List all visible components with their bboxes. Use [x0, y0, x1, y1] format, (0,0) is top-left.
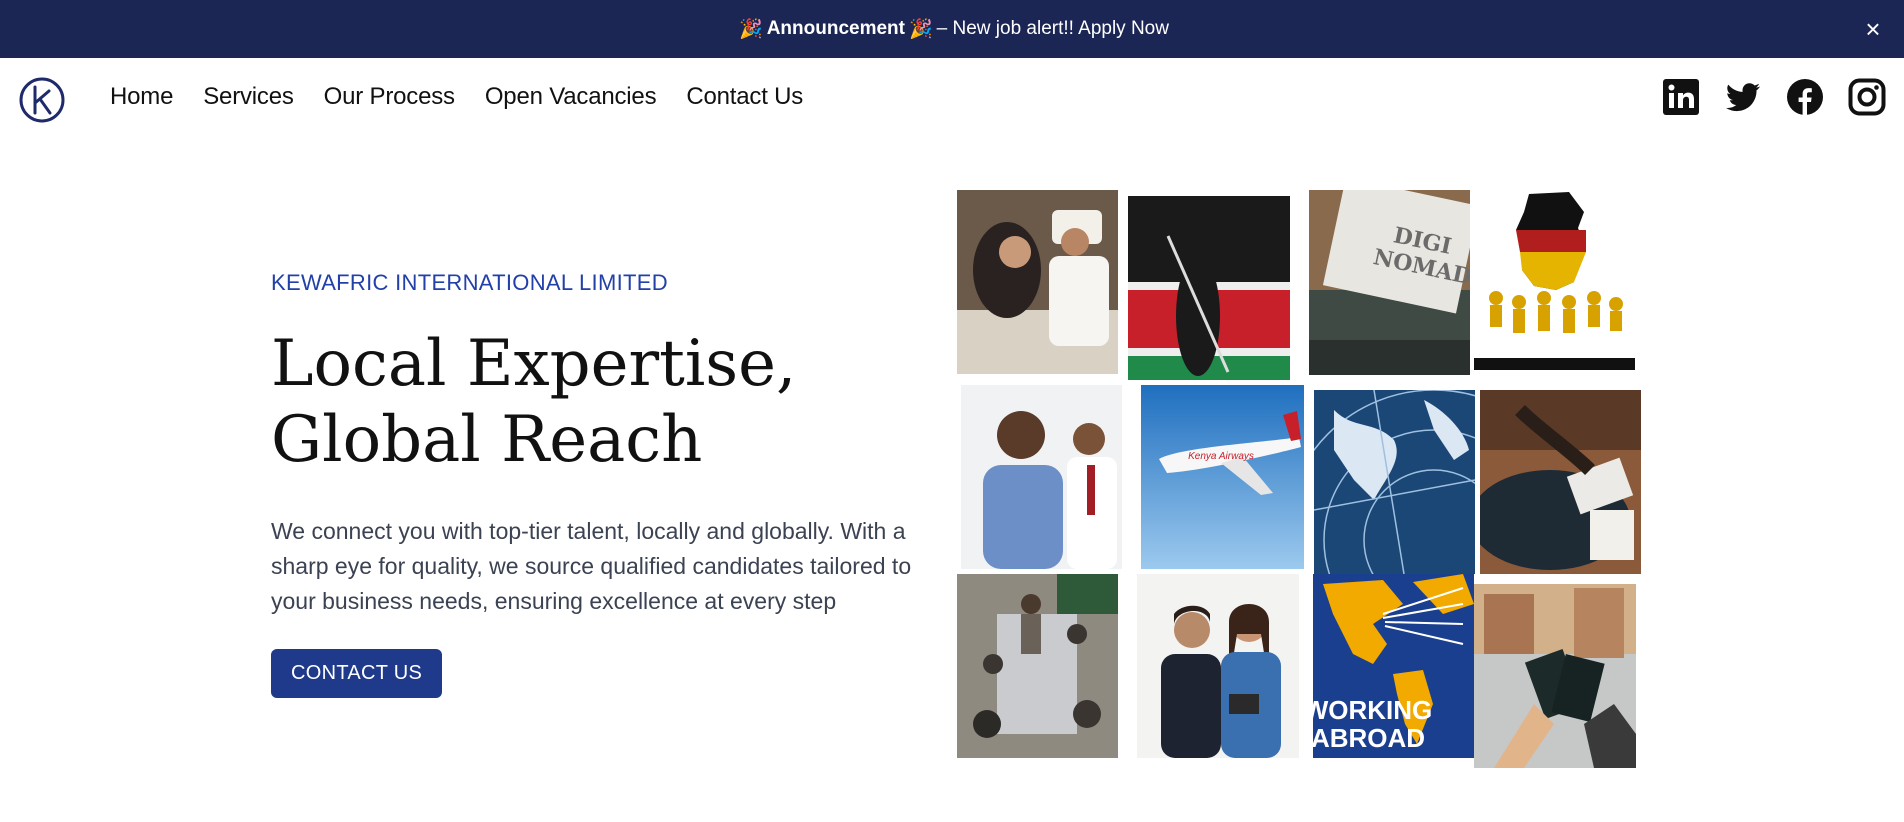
airline-text: Kenya Airways [1188, 451, 1254, 462]
gallery-image-nurse-doctor [961, 385, 1122, 569]
nav-our-process[interactable]: Our Process [324, 83, 455, 111]
social-links [1662, 78, 1886, 116]
gallery-image-globe [1314, 390, 1475, 574]
announcement-title: Announcement [766, 18, 905, 39]
linkedin-icon[interactable] [1662, 78, 1700, 116]
gallery-image-tablet-notes [1480, 390, 1641, 574]
gallery-image-team-meeting [957, 574, 1118, 758]
working-abroad-line-2: ABROAD [1313, 723, 1425, 753]
logo[interactable] [18, 76, 66, 124]
announcement-text[interactable]: – New job alert!! Apply Now [937, 18, 1169, 40]
party-emoji: 🎉 [908, 19, 933, 40]
gallery-image-airplane: Kenya Airways [1141, 385, 1304, 569]
headline-line-2: Global Reach [271, 403, 703, 477]
company-name: KEWAFRIC INTERNATIONAL LIMITED [271, 270, 668, 295]
party-emoji: 🎉 [739, 19, 763, 40]
contact-us-button[interactable]: CONTACT US [271, 649, 443, 698]
nav-open-vacancies[interactable]: Open Vacancies [485, 83, 657, 111]
navbar: Home Services Our Process Open Vacancies… [0, 58, 1904, 142]
hero-section: KEWAFRIC INTERNATIONAL LIMITED Local Exp… [271, 270, 951, 698]
hero-headline: Local Expertise, Global Reach [271, 326, 951, 478]
instagram-icon[interactable] [1848, 78, 1886, 116]
gallery-image-professionals [1137, 574, 1299, 758]
announcement-bar: 🎉 Announcement 🎉 – New job alert!! Apply… [0, 0, 1904, 58]
gallery-image-business-meeting [957, 190, 1118, 374]
gallery-image-germany-map [1474, 190, 1635, 370]
gallery-image-typewriter: DIGI NOMAD [1309, 190, 1470, 375]
headline-line-1: Local Expertise, [271, 327, 797, 401]
gallery-image-kenya-flag [1128, 196, 1290, 380]
nav-services[interactable]: Services [203, 83, 294, 111]
nav-contact-us[interactable]: Contact Us [686, 83, 803, 111]
gallery-image-passports [1474, 584, 1636, 768]
close-icon[interactable]: × [1860, 14, 1886, 44]
working-abroad-line-1: WORKING [1313, 695, 1432, 725]
hero-description: We connect you with top-tier talent, loc… [271, 518, 912, 614]
nav-home[interactable]: Home [110, 83, 173, 111]
twitter-icon[interactable] [1724, 78, 1762, 116]
gallery-image-working-abroad: WORKING ABROAD [1313, 574, 1474, 758]
facebook-icon[interactable] [1786, 78, 1824, 116]
main-menu: Home Services Our Process Open Vacancies… [110, 83, 803, 111]
